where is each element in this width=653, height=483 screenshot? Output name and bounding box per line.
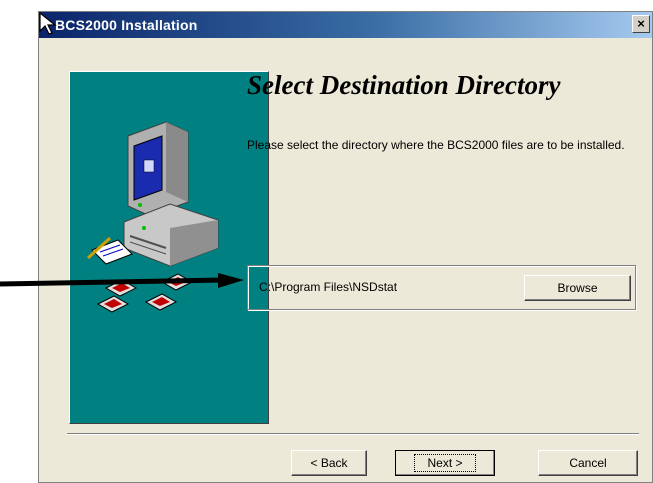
button-separator <box>67 433 639 435</box>
computer-illustration <box>86 121 219 313</box>
browse-button-label: Browse <box>557 281 598 295</box>
page-title: Select Destination Directory <box>247 70 561 100</box>
computer-monitor-icon <box>127 121 189 217</box>
destination-folder-group: C:\Program Files\NSDstat Browse <box>247 265 636 310</box>
back-button-label: < Back <box>310 456 348 470</box>
instruction-text: Please select the directory where the BC… <box>247 138 625 152</box>
annotation-arrow-icon <box>0 273 244 288</box>
side-illustration-panel <box>69 71 269 424</box>
next-button-label: Next > <box>414 454 476 472</box>
browse-button[interactable]: Browse <box>524 275 631 301</box>
installer-dialog: BCS2000 Installation × Select Destinatio… <box>38 11 653 483</box>
window-title: BCS2000 Installation <box>55 17 198 33</box>
cancel-button-label: Cancel <box>569 456 607 470</box>
destination-path: C:\Program Files\NSDstat <box>259 280 398 294</box>
next-button[interactable]: Next > <box>395 450 495 476</box>
back-button[interactable]: < Back <box>291 450 367 476</box>
close-icon[interactable]: × <box>632 15 650 33</box>
computer-base-icon <box>123 203 219 267</box>
cancel-button[interactable]: Cancel <box>538 450 638 476</box>
mouse-cursor-icon <box>39 11 57 35</box>
title-bar[interactable]: BCS2000 Installation × <box>39 12 652 38</box>
